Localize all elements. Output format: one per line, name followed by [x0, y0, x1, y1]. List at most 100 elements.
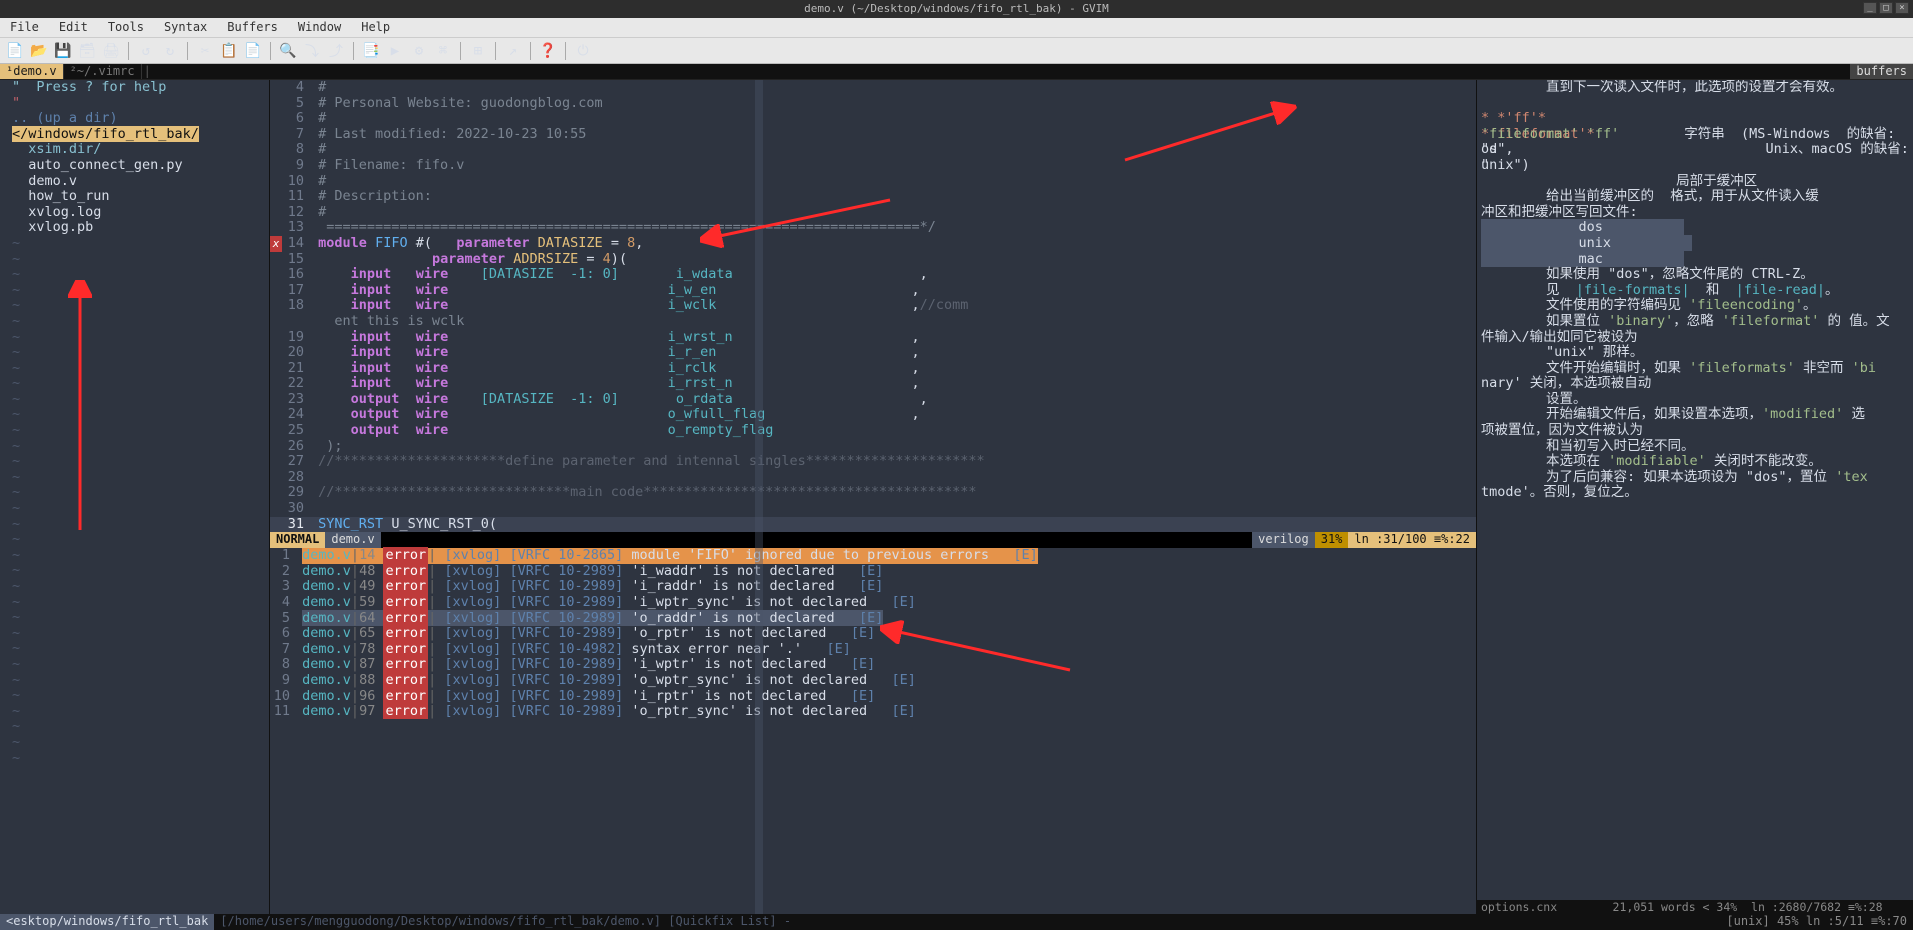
- toolbar-redo-icon[interactable]: ↻: [159, 41, 181, 61]
- code-content[interactable]: 4 # 5 # Personal Website: guodongblog.co…: [270, 80, 1476, 532]
- toolbar-find-icon[interactable]: 🔍: [277, 41, 299, 61]
- toolbar-cut-icon[interactable]: ✂: [194, 41, 216, 61]
- toolbar-run-icon[interactable]: ▶: [384, 41, 406, 61]
- status-mode: NORMAL: [270, 532, 325, 548]
- sign-column: [270, 376, 282, 392]
- code-line[interactable]: 13 =====================================…: [270, 220, 1476, 236]
- code-line[interactable]: 26 );: [270, 439, 1476, 455]
- status-filename: demo.v: [325, 532, 380, 548]
- sign-column: [270, 252, 282, 268]
- code-line[interactable]: 10 #: [270, 174, 1476, 190]
- toolbar-help-icon[interactable]: ❓: [537, 41, 559, 61]
- command-line[interactable]: <esktop/windows/fifo_rtl_bak [/home/user…: [0, 914, 1913, 930]
- quickfix-item[interactable]: 8 demo.v|87 error| [xvlog] [VRFC 10-2989…: [270, 657, 1476, 673]
- toolbar-save-icon[interactable]: 💾: [52, 41, 74, 61]
- explorer-entry[interactable]: xvlog.pb: [12, 220, 269, 236]
- toolbar-jump-icon[interactable]: ↗: [502, 41, 524, 61]
- quickfix-item[interactable]: 6 demo.v|65 error| [xvlog] [VRFC 10-2989…: [270, 626, 1476, 642]
- toolbar-print-icon[interactable]: 🖨: [100, 41, 122, 61]
- sign-column: [270, 345, 282, 361]
- code-line[interactable]: 30: [270, 501, 1476, 517]
- toolbar-undo-icon[interactable]: ↺: [135, 41, 157, 61]
- code-line[interactable]: 24 output wire o_wfull_flag ,: [270, 407, 1476, 423]
- code-line[interactable]: 16 input wire [DATASIZE -1: 0] i_wdata ,: [270, 267, 1476, 283]
- menu-edit[interactable]: Edit: [49, 18, 98, 37]
- code-line[interactable]: 21 input wire i_rclk ,: [270, 361, 1476, 377]
- code-line[interactable]: 20 input wire i_r_en ,: [270, 345, 1476, 361]
- menu-window[interactable]: Window: [288, 18, 351, 37]
- code-line[interactable]: 15 parameter ADDRSIZE = 4)(: [270, 252, 1476, 268]
- error-sign-icon: x: [270, 236, 282, 252]
- quickfix-item[interactable]: 11 demo.v|97 error| [xvlog] [VRFC 10-298…: [270, 704, 1476, 720]
- minimize-button[interactable]: _: [1863, 2, 1877, 14]
- code-line[interactable]: 25 output wire o_rempty_flag: [270, 423, 1476, 439]
- help-pane[interactable]: 直到下一次读入文件时，此选项的设置才会有效。* *'ff'* *'filefor…: [1477, 80, 1913, 914]
- explorer-entry[interactable]: auto_connect_gen.py: [12, 158, 269, 174]
- code-line[interactable]: ent this is wclk: [270, 314, 1476, 330]
- toolbar-shell-icon[interactable]: ⌘: [432, 41, 454, 61]
- toolbar-copy-icon[interactable]: 📋: [218, 41, 240, 61]
- toolbar-new-icon[interactable]: 📄: [4, 41, 26, 61]
- menu-file[interactable]: File: [0, 18, 49, 37]
- code-line[interactable]: 4 #: [270, 80, 1476, 96]
- help-line: 局部于缓冲区: [1481, 174, 1909, 190]
- quickfix-item[interactable]: 5 demo.v|64 error| [xvlog] [VRFC 10-2989…: [270, 611, 1476, 627]
- explorer-entry[interactable]: xsim.dir/: [12, 142, 269, 158]
- help-line: 文件使用的字符编码见 'fileencoding'。: [1481, 298, 1909, 314]
- toolbar-saveall-icon[interactable]: 🗃: [76, 41, 98, 61]
- quickfix-item[interactable]: 9 demo.v|88 error| [xvlog] [VRFC 10-2989…: [270, 673, 1476, 689]
- menu-tools[interactable]: Tools: [98, 18, 154, 37]
- tab-inactive[interactable]: ²~/.vimrc: [64, 64, 142, 79]
- explorer-entry[interactable]: how_to_run: [12, 189, 269, 205]
- help-line: unix: [1481, 236, 1909, 252]
- sign-column: [270, 330, 282, 346]
- code-line[interactable]: 31 SYNC_RST U_SYNC_RST_0(: [270, 517, 1476, 533]
- quickfix-item[interactable]: 10 demo.v|96 error| [xvlog] [VRFC 10-298…: [270, 689, 1476, 705]
- sign-column: [270, 392, 282, 408]
- help-line: "unix" 那样。: [1481, 345, 1909, 361]
- code-line[interactable]: 29 //*****************************main c…: [270, 485, 1476, 501]
- code-line[interactable]: 19 input wire i_wrst_n ,: [270, 330, 1476, 346]
- quickfix-item[interactable]: 3 demo.v|49 error| [xvlog] [VRFC 10-2989…: [270, 579, 1476, 595]
- code-line[interactable]: 17 input wire i_w_en ,: [270, 283, 1476, 299]
- code-pane[interactable]: 4 # 5 # Personal Website: guodongblog.co…: [270, 80, 1477, 914]
- explorer-entry[interactable]: demo.v: [12, 174, 269, 190]
- explorer-updir[interactable]: .. (up a dir): [12, 111, 269, 127]
- toolbar-quit-icon[interactable]: ⏻: [572, 41, 594, 61]
- code-line[interactable]: 22 input wire i_rrst_n ,: [270, 376, 1476, 392]
- toolbar-ctags-icon[interactable]: ⊞: [467, 41, 489, 61]
- code-line[interactable]: 23 output wire [DATASIZE -1: 0] o_rdata …: [270, 392, 1476, 408]
- menu-help[interactable]: Help: [351, 18, 400, 37]
- menu-syntax[interactable]: Syntax: [154, 18, 217, 37]
- code-line[interactable]: 8 #: [270, 142, 1476, 158]
- quickfix-item[interactable]: 4 demo.v|59 error| [xvlog] [VRFC 10-2989…: [270, 595, 1476, 611]
- close-button[interactable]: ×: [1895, 2, 1909, 14]
- tab-active[interactable]: ¹demo.v: [0, 64, 64, 79]
- toolbar-open-icon[interactable]: 📂: [28, 41, 50, 61]
- maximize-button[interactable]: □: [1879, 2, 1893, 14]
- code-line[interactable]: 28: [270, 470, 1476, 486]
- quickfix-item[interactable]: 1 demo.v|14 error| [xvlog] [VRFC 10-2865…: [270, 548, 1476, 564]
- code-line[interactable]: 18 input wire i_wclk ,//comm: [270, 298, 1476, 314]
- menu-buffers[interactable]: Buffers: [217, 18, 288, 37]
- file-explorer[interactable]: " Press ? for help " .. (up a dir) </win…: [0, 80, 270, 914]
- cmdline-left-path: <esktop/windows/fifo_rtl_bak: [0, 914, 214, 930]
- code-line[interactable]: 27 //*********************define paramet…: [270, 454, 1476, 470]
- code-line[interactable]: 11 # Description:: [270, 189, 1476, 205]
- toolbar-findnext-icon[interactable]: ⤵: [301, 41, 323, 61]
- code-line[interactable]: 5 # Personal Website: guodongblog.com: [270, 96, 1476, 112]
- code-line[interactable]: 7 # Last modified: 2022-10-23 10:55: [270, 127, 1476, 143]
- quickfix-item[interactable]: 2 demo.v|48 error| [xvlog] [VRFC 10-2989…: [270, 564, 1476, 580]
- toolbar-findprev-icon[interactable]: ⤴: [325, 41, 347, 61]
- toolbar-make-icon[interactable]: ⚙: [408, 41, 430, 61]
- help-line: 直到下一次读入文件时，此选项的设置才会有效。: [1481, 80, 1909, 96]
- quickfix-item[interactable]: 7 demo.v|78 error| [xvlog] [VRFC 10-4982…: [270, 642, 1476, 658]
- code-line[interactable]: 12 #: [270, 205, 1476, 221]
- code-line[interactable]: 9 # Filename: fifo.v: [270, 158, 1476, 174]
- quickfix-list[interactable]: 1 demo.v|14 error| [xvlog] [VRFC 10-2865…: [270, 548, 1476, 720]
- code-line[interactable]: x14 module FIFO #( parameter DATASIZE = …: [270, 236, 1476, 252]
- toolbar-paste-icon[interactable]: 📄: [242, 41, 264, 61]
- toolbar-session-icon[interactable]: 📑: [360, 41, 382, 61]
- code-line[interactable]: 6 #: [270, 111, 1476, 127]
- explorer-entry[interactable]: xvlog.log: [12, 205, 269, 221]
